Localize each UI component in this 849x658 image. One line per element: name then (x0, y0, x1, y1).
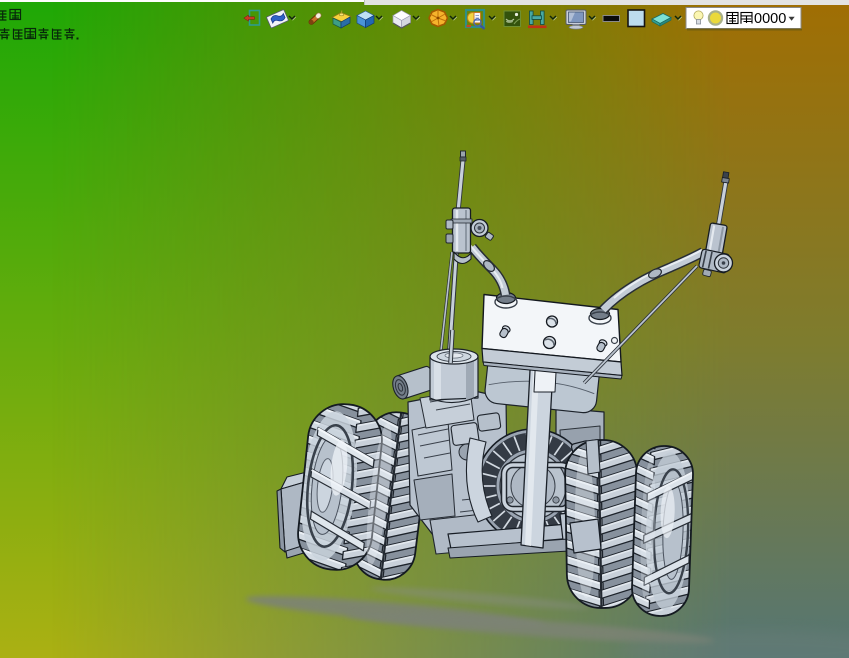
svg-text:0000: 0000 (754, 11, 786, 27)
